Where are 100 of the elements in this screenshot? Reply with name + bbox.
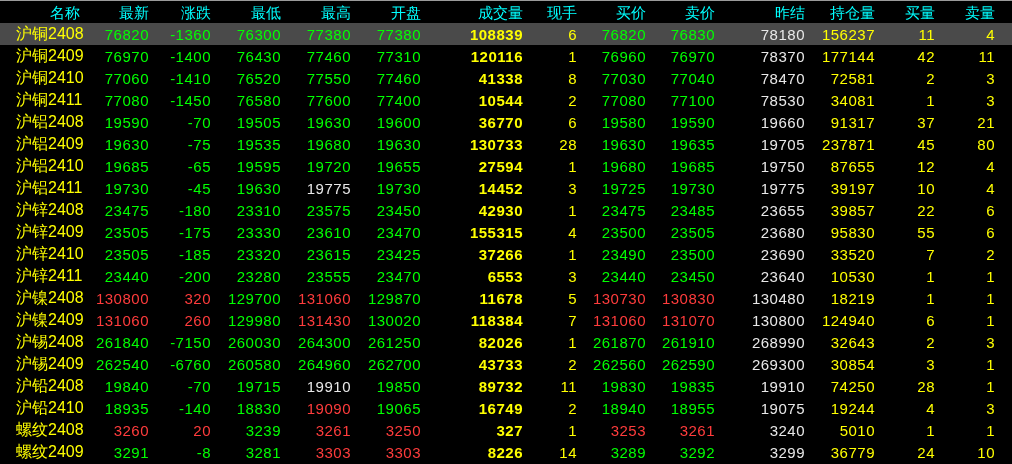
column-header[interactable]: 持仓量 — [805, 4, 875, 20]
price-cell-text: -8 — [195, 444, 211, 460]
price-cell-text: 3250 — [384, 422, 421, 438]
contract-name: 沪铜2409 — [15, 48, 85, 64]
price-cell-text: 19590 — [669, 114, 715, 130]
price-cell-text: 19590 — [103, 114, 149, 130]
price-cell-text: 23505 — [103, 224, 149, 240]
table-cell-text: 268990 — [750, 334, 805, 350]
quote-row[interactable]: 沪铜2408 76820 -1360 76300 77380 77380 108839 6 76820 76830 78180 156237 11 4 — [0, 23, 1012, 45]
table-cell-text: 2 — [985, 246, 995, 262]
table-cell-text: 34081 — [829, 92, 875, 108]
table-cell-text: 55 — [916, 224, 935, 240]
column-header[interactable]: 成交量 — [421, 4, 523, 20]
price-cell-text: 23475 — [600, 202, 646, 218]
table-cell-text: 89732 — [477, 378, 523, 394]
price-cell-text: 19730 — [103, 180, 149, 196]
price-cell-text: 19595 — [235, 158, 281, 174]
column-header[interactable]: 最高 — [281, 4, 351, 20]
price-cell-text: 23505 — [103, 246, 149, 262]
contract-name: 沪铝2410 — [15, 158, 85, 174]
table-cell-text: 3 — [567, 268, 577, 284]
table-cell-text: 2 — [925, 334, 935, 350]
table-cell-text: 237871 — [820, 136, 875, 152]
price-cell-text: 19630 — [103, 136, 149, 152]
table-cell-text: 22 — [916, 202, 935, 218]
price-cell-text: 131070 — [660, 312, 715, 328]
table-cell-text: 156237 — [820, 26, 875, 42]
table-cell-text: 11 — [559, 378, 577, 394]
table-cell-text: 3240 — [768, 422, 805, 438]
price-cell-text: 77460 — [305, 48, 351, 64]
price-cell-text: 19630 — [235, 180, 281, 196]
price-cell-text: 19630 — [305, 114, 351, 130]
table-cell-text: 6 — [925, 312, 935, 328]
column-header[interactable]: 开盘 — [351, 4, 421, 20]
table-cell-text: 45 — [916, 136, 935, 152]
column-header[interactable]: 最低 — [211, 4, 281, 20]
contract-name: 沪铜2408 — [15, 26, 85, 42]
table-cell-text: 30854 — [829, 356, 875, 372]
price-cell-text: 77600 — [305, 92, 351, 108]
price-cell-text: 19655 — [375, 158, 421, 174]
table-cell-text: 4 — [925, 400, 935, 416]
table-cell-text: 32643 — [829, 334, 875, 350]
contract-name: 螺纹2409 — [15, 444, 85, 460]
price-cell-text: 23575 — [305, 202, 351, 218]
contract-name: 沪铝2408 — [15, 114, 85, 130]
table-cell-text: 12 — [916, 158, 935, 174]
price-cell-text: 76520 — [235, 70, 281, 86]
price-cell-text: 23610 — [305, 224, 351, 240]
price-cell-text: 19630 — [600, 136, 646, 152]
column-header[interactable]: 昨结 — [715, 4, 805, 20]
table-cell-text: 78530 — [759, 92, 805, 108]
contract-name: 沪锌2411 — [15, 268, 84, 284]
table-cell-text: 23640 — [759, 268, 805, 284]
price-cell-text: 76580 — [235, 92, 281, 108]
price-cell-text: 19725 — [600, 180, 646, 196]
price-cell-text: 76970 — [669, 48, 715, 64]
price-cell-text: 260 — [183, 312, 211, 328]
table-cell-text: 11678 — [478, 290, 523, 306]
column-header[interactable]: 买量 — [875, 4, 935, 20]
table-cell-text: 10544 — [477, 92, 523, 108]
table-cell-text: 327 — [495, 422, 523, 438]
table-cell-text: 2 — [567, 356, 577, 372]
price-cell-text: 260580 — [226, 356, 281, 372]
table-cell-text: 120116 — [469, 48, 523, 64]
table-cell-text: 3 — [985, 334, 995, 350]
price-cell-text: 76830 — [669, 26, 715, 42]
price-cell-text: 19730 — [375, 180, 421, 196]
price-cell-text: 19685 — [103, 158, 149, 174]
price-cell-text: 23425 — [375, 246, 421, 262]
column-header[interactable]: 名称 — [0, 4, 85, 20]
table-cell-text: 1 — [567, 48, 577, 64]
price-cell-text: 77040 — [669, 70, 715, 86]
table-cell-text: 4 — [985, 26, 995, 42]
price-cell-text: 23330 — [235, 224, 281, 240]
table-cell-text: 14452 — [477, 180, 523, 196]
price-cell-text: 76430 — [235, 48, 281, 64]
price-cell-text: 19685 — [669, 158, 715, 174]
price-cell-text: 77080 — [103, 92, 149, 108]
price-cell-text: 19065 — [375, 400, 421, 416]
price-cell-text: 77310 — [375, 48, 421, 64]
price-cell-text: 23310 — [235, 202, 281, 218]
table-cell-text: 124940 — [820, 312, 875, 328]
column-header[interactable]: 现手 — [523, 4, 577, 20]
price-cell-text: 23470 — [375, 268, 421, 284]
column-header[interactable]: 卖量 — [935, 4, 995, 20]
price-cell-text: 23485 — [669, 202, 715, 218]
price-cell-text: -185 — [177, 246, 211, 262]
column-header[interactable]: 涨跌 — [149, 4, 211, 20]
table-cell-text: 2 — [925, 70, 935, 86]
price-cell-text: 77550 — [305, 70, 351, 86]
column-header[interactable]: 买价 — [577, 4, 646, 20]
price-cell-text: 77080 — [600, 92, 646, 108]
price-cell-text: 3291 — [112, 444, 149, 460]
table-cell-text: 118384 — [469, 312, 523, 328]
column-header[interactable]: 卖价 — [646, 4, 715, 20]
table-cell-text: 14 — [558, 444, 577, 460]
column-header[interactable]: 最新 — [85, 4, 149, 20]
table-cell-text: 78180 — [759, 26, 805, 42]
price-cell-text: 19090 — [305, 400, 351, 416]
price-cell-text: 77380 — [305, 26, 351, 42]
